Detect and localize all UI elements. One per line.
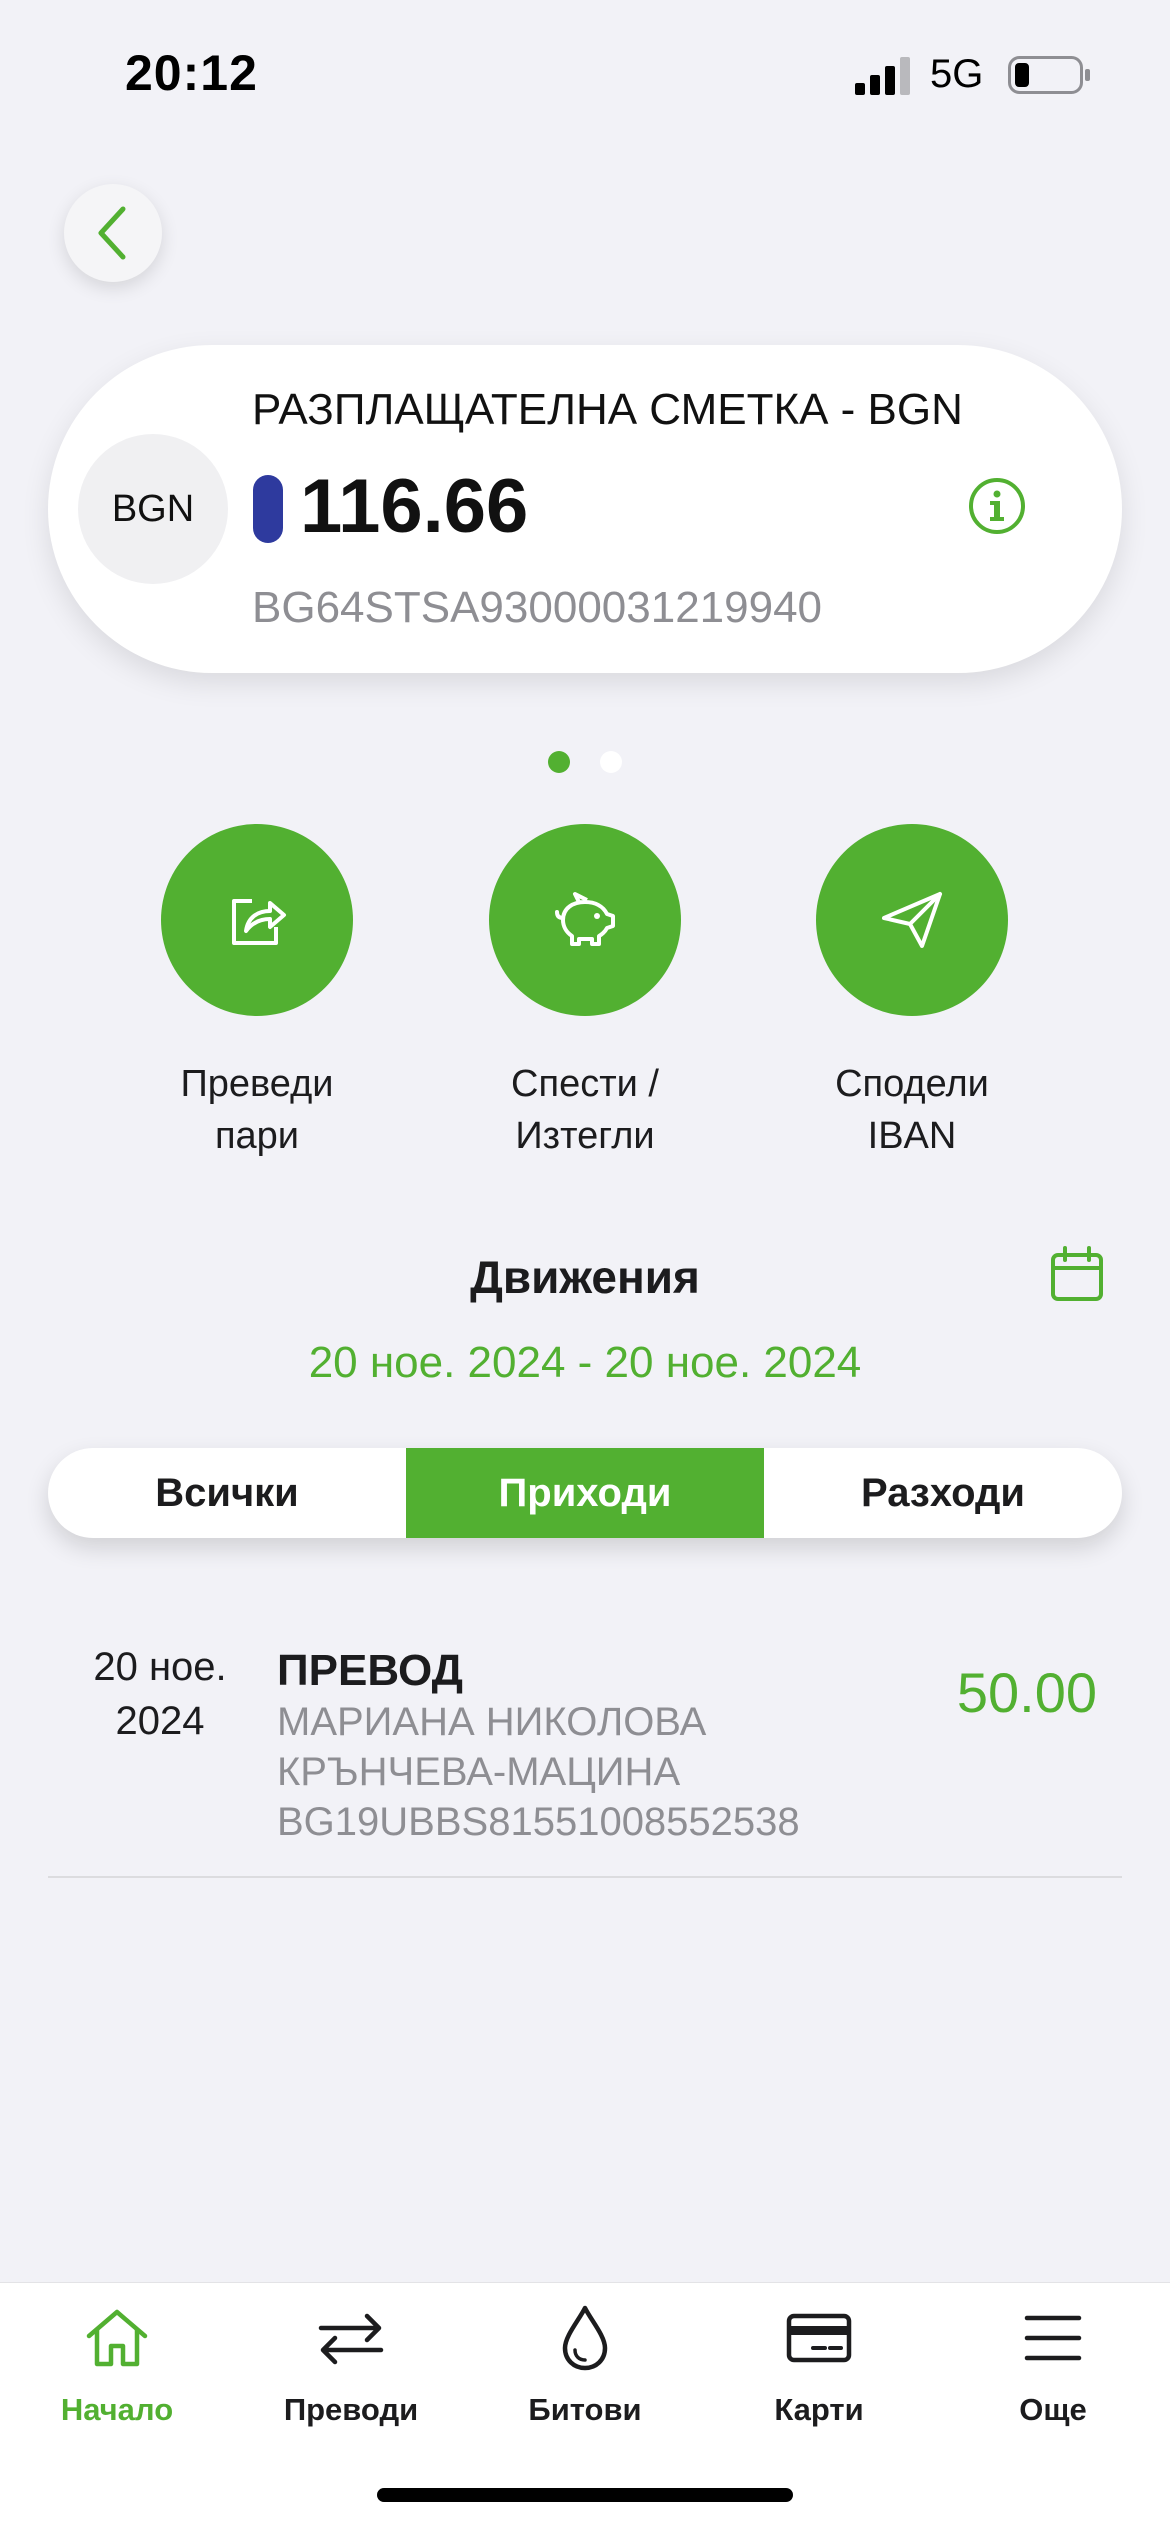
tab-cards-label: Карти — [774, 2392, 864, 2427]
tab-cards[interactable]: Карти — [702, 2296, 936, 2428]
back-button[interactable] — [64, 184, 162, 282]
save-withdraw-circle[interactable] — [489, 824, 681, 1016]
page-dot-active[interactable] — [548, 751, 570, 773]
transaction-amount: 50.00 — [956, 1661, 1097, 1724]
share-iban-button[interactable]: Сподели IBAN — [792, 824, 1032, 1162]
transfer-share-icon — [232, 899, 286, 945]
share-iban-circle[interactable] — [816, 824, 1008, 1016]
transfer-money-button[interactable]: Преведи пари — [137, 824, 377, 1162]
currency-badge: BGN — [78, 434, 228, 584]
home-indicator[interactable] — [377, 2488, 793, 2502]
tab-more-label: Още — [1019, 2392, 1087, 2427]
network-type: 5G — [930, 52, 984, 96]
movements-title: Движения — [470, 1251, 700, 1303]
card-icon — [786, 2313, 852, 2363]
chevron-left-icon — [98, 206, 126, 260]
tab-transfers-label: Преводи — [283, 2392, 419, 2427]
status-time: 20:12 — [125, 45, 258, 101]
menu-icon — [1024, 2315, 1082, 2361]
tab-more[interactable]: Още — [936, 2296, 1170, 2428]
filter-income[interactable]: Приходи — [406, 1448, 764, 1538]
calendar-icon[interactable] — [1050, 1246, 1104, 1302]
piggy-bank-icon — [555, 892, 615, 946]
transaction-counterparty-iban: BG19UBBS81551008552538 — [277, 1800, 800, 1844]
movements-filter[interactable]: Всички Приходи Разходи — [48, 1448, 1122, 1538]
account-balance: 116.66 — [300, 464, 529, 549]
filter-all[interactable]: Всички — [48, 1448, 406, 1538]
tab-transfers[interactable]: Преводи — [234, 2296, 468, 2428]
account-card[interactable]: BGN РАЗПЛАЩАТЕЛНА СМЕТКА - BGN 116.66 BG… — [48, 345, 1122, 673]
balance-marker — [253, 475, 283, 543]
tab-home[interactable]: Начало — [0, 2296, 234, 2428]
account-iban: BG64STSA93000031219940 — [252, 583, 823, 632]
battery-icon — [1008, 56, 1090, 94]
date-range[interactable]: 20 ное. 2024 - 20 ное. 2024 — [0, 1338, 1170, 1388]
save-withdraw-button[interactable]: Спести / Изтегли — [465, 824, 705, 1162]
tab-utilities-label: Битови — [528, 2392, 642, 2427]
transaction-counterparty-line2: КРЪНЧЕВА-МАЦИНА — [277, 1750, 681, 1794]
transaction-date: 20 ное. 2024 — [93, 1645, 227, 1743]
drop-icon — [562, 2305, 608, 2371]
cellular-signal-icon — [855, 57, 910, 95]
transfer-arrows-icon — [318, 2313, 384, 2365]
transaction-title: ПРЕВОД — [277, 1646, 463, 1695]
share-iban-label: Сподели IBAN — [835, 1063, 989, 1157]
tab-utilities[interactable]: Битови — [468, 2296, 702, 2428]
transaction-counterparty-line1: МАРИАНА НИКОЛОВА — [277, 1700, 707, 1744]
save-withdraw-label: Спести / Изтегли — [511, 1063, 659, 1157]
transfer-money-circle[interactable] — [161, 824, 353, 1016]
page-dot[interactable] — [600, 751, 622, 773]
home-icon — [86, 2309, 148, 2367]
paper-plane-icon — [882, 892, 942, 948]
account-name: РАЗПЛАЩАТЕЛНА СМЕТКА - BGN — [252, 385, 963, 434]
info-icon[interactable] — [968, 477, 1026, 535]
divider — [48, 1876, 1122, 1878]
transfer-money-label: Преведи пари — [180, 1063, 334, 1157]
filter-expenses[interactable]: Разходи — [764, 1448, 1122, 1538]
tab-home-label: Начало — [60, 2392, 174, 2427]
